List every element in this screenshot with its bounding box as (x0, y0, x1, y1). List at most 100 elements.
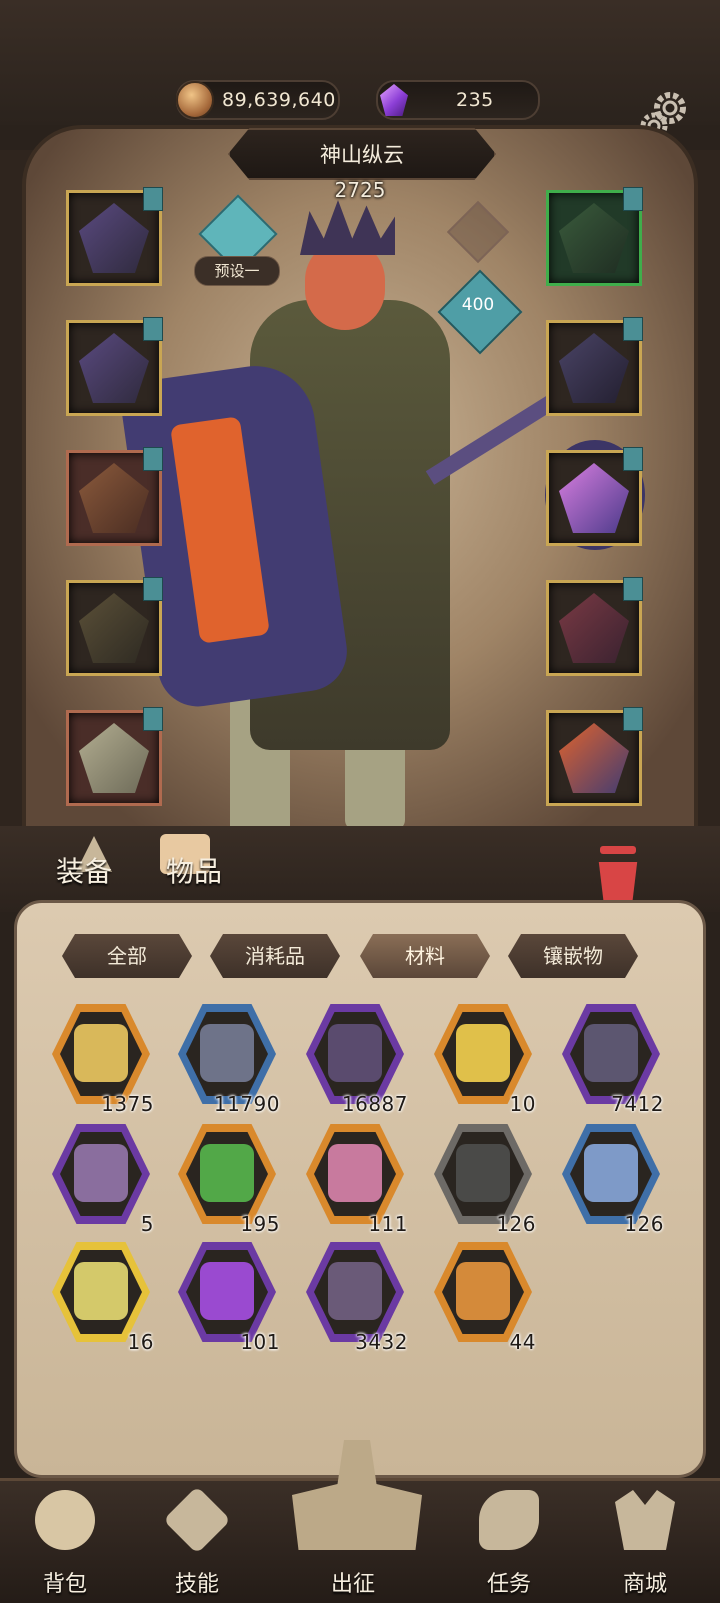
lock-icon (623, 707, 643, 731)
material-icon (584, 1024, 638, 1082)
gloves-icon (79, 463, 149, 533)
hero-name: 神山纵云 (320, 143, 404, 167)
equip-slot-belt[interactable] (66, 577, 163, 676)
equip-slot-helmet[interactable] (66, 187, 163, 286)
top-bar (0, 0, 720, 125)
material-icon (200, 1262, 254, 1320)
material-icon (456, 1024, 510, 1082)
equip-slot-bracelet[interactable] (546, 317, 643, 416)
trash-lid (600, 846, 636, 854)
quest-scroll-icon (479, 1490, 539, 1550)
material-icon (456, 1144, 510, 1202)
ring-icon (559, 463, 629, 533)
nav-quests[interactable]: 任务 (454, 1478, 564, 1600)
preset-label[interactable]: 预设一 (194, 256, 280, 286)
nav-label: 商城 (622, 1572, 667, 1597)
material-icon (200, 1024, 254, 1082)
purple-crystal-icon (380, 84, 408, 116)
material-icon (584, 1144, 638, 1202)
material-icon (200, 1144, 254, 1202)
backpack-icon (35, 1490, 95, 1550)
inventory-item[interactable]: 126 (556, 1122, 666, 1236)
equip-slot-boots[interactable] (66, 707, 163, 806)
lock-icon (143, 447, 163, 471)
nav-shop[interactable]: 商城 (590, 1478, 700, 1600)
inventory-item[interactable]: 101 (172, 1240, 282, 1354)
item-quantity: 10 (509, 1092, 536, 1116)
item-quantity: 3432 (355, 1330, 408, 1354)
filter-materials[interactable]: 材料 (360, 934, 490, 978)
weapon-icon (559, 593, 629, 663)
item-quantity: 1375 (101, 1092, 154, 1116)
item-quantity: 44 (509, 1330, 536, 1354)
inventory-item[interactable]: 16 (46, 1240, 156, 1354)
inventory-item[interactable]: 111 (300, 1122, 410, 1236)
item-quantity: 5 (140, 1212, 154, 1236)
item-quantity: 126 (496, 1212, 536, 1236)
material-icon (456, 1262, 510, 1320)
level-value: 400 (461, 295, 495, 315)
equip-slot-armor[interactable] (66, 317, 163, 416)
nav-skills[interactable]: 技能 (142, 1478, 252, 1600)
inventory-item[interactable]: 3432 (300, 1240, 410, 1354)
item-quantity: 16 (127, 1330, 154, 1354)
inventory-item[interactable]: 10 (428, 1002, 538, 1116)
filter-all[interactable]: 全部 (62, 934, 192, 978)
material-icon (74, 1262, 128, 1320)
lock-icon (623, 447, 643, 471)
lock-icon (623, 187, 643, 211)
item-quantity: 101 (240, 1330, 280, 1354)
shop-crown-icon (615, 1490, 675, 1550)
equip-slot-offhand[interactable] (546, 707, 643, 806)
lock-icon (143, 577, 163, 601)
inventory-item[interactable]: 126 (428, 1122, 538, 1236)
gold-counter[interactable]: 89,639,640 (176, 80, 340, 120)
item-quantity: 126 (624, 1212, 664, 1236)
inventory-item[interactable]: 1375 (46, 1002, 156, 1116)
nav-bag[interactable]: 背包 (10, 1478, 120, 1600)
tab-items[interactable]: 物品 (166, 850, 222, 890)
item-quantity: 11790 (213, 1092, 280, 1116)
item-quantity: 111 (368, 1212, 408, 1236)
nav-label: 出征 (330, 1572, 375, 1597)
belt-icon (79, 593, 149, 663)
nav-expedition[interactable]: 出征 (298, 1478, 408, 1600)
nav-label: 任务 (486, 1572, 531, 1597)
tab-equip[interactable]: 装备 (56, 850, 112, 890)
nav-label: 背包 (42, 1572, 87, 1597)
material-icon (328, 1024, 382, 1082)
material-icon (328, 1144, 382, 1202)
gold-value: 89,639,640 (222, 89, 336, 111)
gem-counter[interactable]: 235 (376, 80, 540, 120)
item-quantity: 7412 (611, 1092, 664, 1116)
lock-icon (143, 707, 163, 731)
lock-icon (143, 317, 163, 341)
boots-icon (79, 723, 149, 793)
offhand-icon (559, 723, 629, 793)
armor-icon (79, 333, 149, 403)
equip-slot-weapon[interactable] (546, 577, 643, 676)
inventory-item[interactable]: 7412 (556, 1002, 666, 1116)
filter-consumables[interactable]: 消耗品 (210, 934, 340, 978)
filter-gems[interactable]: 镶嵌物 (508, 934, 638, 978)
necklace-icon (559, 203, 629, 273)
lock-icon (623, 317, 643, 341)
nav-label: 技能 (174, 1572, 219, 1597)
inventory-item[interactable]: 195 (172, 1122, 282, 1236)
equip-slot-gloves[interactable] (66, 447, 163, 546)
equip-slot-ring[interactable] (546, 447, 643, 546)
helmet-icon (79, 203, 149, 273)
equip-slot-necklace[interactable] (546, 187, 643, 286)
inventory-item[interactable]: 11790 (172, 1002, 282, 1116)
hero-name-plate: 神山纵云 (228, 128, 496, 180)
inventory-item[interactable]: 16887 (300, 1002, 410, 1116)
inventory-item[interactable]: 5 (46, 1122, 156, 1236)
lock-icon (623, 577, 643, 601)
item-quantity: 16887 (341, 1092, 408, 1116)
lock-icon (143, 187, 163, 211)
inventory-item[interactable]: 44 (428, 1240, 538, 1354)
material-icon (74, 1144, 128, 1202)
material-icon (74, 1024, 128, 1082)
hero-power: 2725 (334, 178, 386, 202)
bracelet-icon (559, 333, 629, 403)
